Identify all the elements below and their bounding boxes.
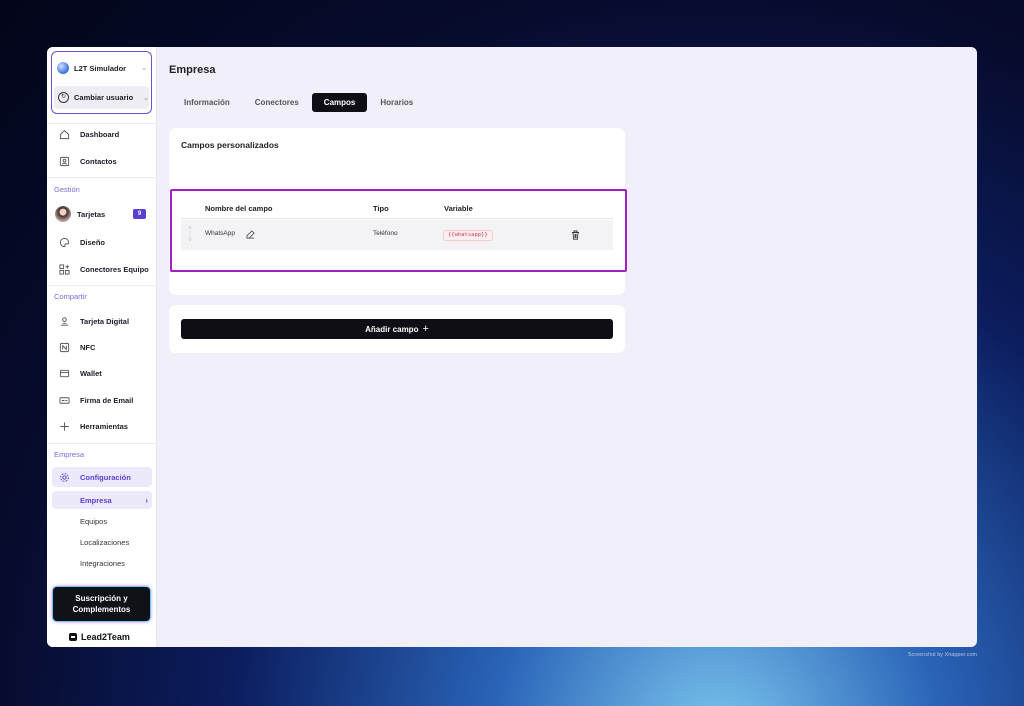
brand-logo: Lead2Team [69, 632, 139, 642]
divider [47, 443, 157, 444]
sidebar: L2T Simulador ⌄ ↻ Cambiar usuario ⌄ Dash… [47, 47, 157, 647]
section-label-gestion: Gestión [54, 185, 80, 194]
change-user-label: Cambiar usuario [74, 93, 134, 102]
sub-item-empresa[interactable]: Empresa › [52, 491, 152, 509]
add-field-button[interactable]: Añadir campo + [181, 319, 613, 339]
tab-bar: Información Conectores Campos Horarios [172, 93, 426, 112]
subscription-label-line1: Suscripción y [75, 594, 128, 603]
sub-item-integraciones[interactable]: Integraciones [52, 554, 152, 572]
sub-item-equipos[interactable]: Equipos [52, 512, 152, 530]
brand-name: Lead2Team [81, 632, 130, 642]
chevron-down-icon: ⌄ [141, 65, 147, 72]
sub-item-label: Integraciones [80, 558, 126, 568]
nav-label: Firma de Email [80, 395, 134, 405]
column-header-variable: Variable [444, 204, 473, 213]
tab-campos[interactable]: Campos [311, 93, 368, 112]
add-field-label: Añadir campo [365, 324, 419, 334]
change-user-button[interactable]: ↻ Cambiar usuario ⌄ [54, 86, 149, 109]
nav-label: Wallet [80, 368, 102, 378]
tab-conectores[interactable]: Conectores [243, 93, 311, 112]
nav-item-dashboard[interactable]: Dashboard [52, 124, 152, 144]
field-variable: {{whatsapp}} [443, 230, 493, 241]
column-header-type: Tipo [373, 204, 389, 213]
id-card-icon [58, 315, 70, 327]
nav-label: NFC [80, 342, 96, 352]
email-signature-icon [58, 394, 70, 406]
nav-item-tarjetas[interactable]: Tarjetas 9 [52, 204, 152, 224]
nav-label: Conectores Equipo [80, 264, 149, 274]
nfc-icon [58, 341, 70, 353]
avatar [55, 206, 71, 222]
nav-item-nfc[interactable]: NFC [52, 337, 152, 357]
company-name: L2T Simulador [74, 63, 127, 73]
sub-item-label: Equipos [80, 516, 108, 526]
divider [47, 285, 157, 286]
nav-item-wallet[interactable]: Wallet [52, 363, 152, 383]
field-type: Teléfono [373, 230, 398, 237]
nav-label: Configuración [80, 472, 131, 482]
grid-plus-icon [58, 263, 70, 275]
table-row: ˄ ⋮ ˅ WhatsApp Teléfono {{whatsapp}} [181, 220, 613, 250]
nav-label: Tarjeta Digital [80, 316, 130, 326]
screenshot-credit: Screenshot by Xnapper.com [907, 652, 977, 658]
column-header-name: Nombre del campo [205, 204, 273, 213]
tab-horarios[interactable]: Horarios [368, 93, 425, 112]
sub-item-localizaciones[interactable]: Localizaciones [52, 533, 152, 551]
subscription-label-line2: Complementos [72, 605, 131, 614]
main-content: Empresa Información Conectores Campos Ho… [157, 47, 977, 647]
plus-icon [58, 420, 70, 432]
nav-label: Contactos [80, 156, 117, 166]
add-field-card: Añadir campo + [169, 305, 625, 353]
brand-icon [69, 633, 77, 641]
gear-icon [58, 471, 70, 483]
user-switch-icon: ↻ [58, 92, 69, 103]
card-title: Campos personalizados [181, 140, 279, 150]
subscription-button[interactable]: Suscripción y Complementos [53, 587, 150, 621]
nav-item-contactos[interactable]: Contactos [52, 151, 152, 171]
home-icon [58, 128, 70, 140]
palette-icon [58, 236, 70, 248]
chevron-down-icon: ⌄ [143, 94, 149, 102]
section-label-empresa: Empresa [54, 450, 85, 459]
nav-item-herramientas[interactable]: Herramientas [52, 416, 152, 436]
count-badge: 9 [133, 209, 146, 219]
plus-icon: + [422, 323, 429, 335]
contacts-icon [58, 155, 70, 167]
company-selector[interactable]: L2T Simulador ⌄ [57, 61, 147, 75]
custom-fields-card: Campos personalizados Nombre del campo T… [169, 128, 627, 295]
edit-icon[interactable] [246, 230, 255, 239]
section-label-compartir: Compartir [54, 292, 87, 301]
nav-item-tarjeta-digital[interactable]: Tarjeta Digital [52, 311, 152, 331]
nav-item-firma-email[interactable]: Firma de Email [52, 390, 152, 410]
nav-item-conectores-equipo[interactable]: Conectores Equipo [52, 259, 152, 279]
app-window: L2T Simulador ⌄ ↻ Cambiar usuario ⌄ Dash… [47, 47, 977, 647]
field-name: WhatsApp [205, 230, 235, 237]
sub-item-label: Localizaciones [80, 537, 130, 547]
tab-informacion[interactable]: Información [172, 93, 242, 112]
nav-label: Herramientas [80, 421, 128, 431]
nav-item-configuracion[interactable]: Configuración [52, 467, 152, 487]
nav-label: Diseño [80, 237, 106, 247]
page-title: Empresa [169, 64, 216, 76]
drag-handle-icon[interactable]: ˄ ⋮ ˅ [186, 226, 194, 244]
nav-label: Dashboard [80, 129, 120, 139]
table-header: Nombre del campo Tipo Variable [181, 200, 613, 219]
account-switcher: L2T Simulador ⌄ ↻ Cambiar usuario ⌄ [51, 51, 152, 114]
company-logo-icon [57, 62, 69, 74]
chevron-right-icon: › [145, 495, 148, 505]
trash-icon[interactable] [571, 230, 580, 241]
wallet-icon [58, 367, 70, 379]
nav-label: Tarjetas [77, 209, 106, 219]
sub-item-label: Empresa [80, 495, 112, 505]
divider [47, 177, 157, 178]
nav-item-diseno[interactable]: Diseño [52, 232, 152, 252]
